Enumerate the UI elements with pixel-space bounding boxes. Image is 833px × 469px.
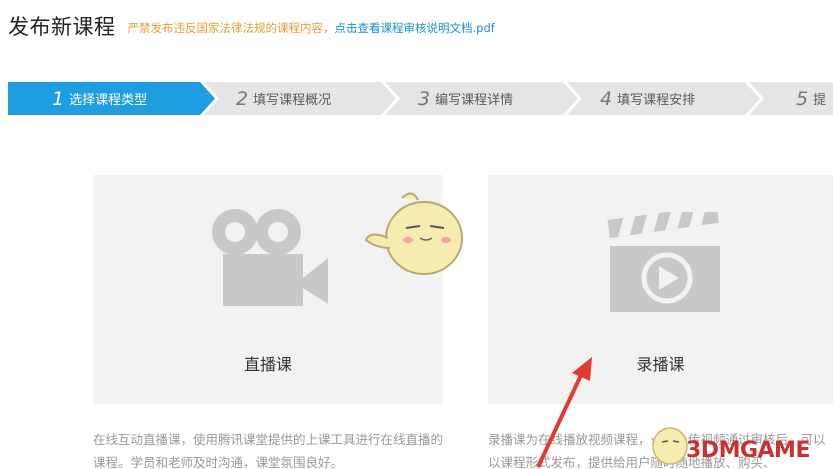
step-5-label: 提 (813, 93, 827, 108)
watermark-mascot-icon (652, 427, 688, 465)
step-3-number: 3 (418, 87, 431, 110)
step-3-label: 编写课程详情 (435, 93, 514, 108)
step-1-label: 选择课程类型 (69, 93, 148, 108)
live-course-title: 直播课 (243, 355, 292, 374)
step-2-label: 填写课程概况 (253, 93, 332, 108)
video-camera-icon (212, 209, 328, 306)
page-title: 发布新课程 (8, 15, 116, 39)
annotation-arrow (536, 357, 592, 468)
chick-mascot-sticker (364, 192, 463, 275)
step-3[interactable]: 3 编写课程详情 (418, 82, 513, 115)
step-5[interactable]: 5 提 (796, 82, 826, 115)
clapperboard-play-icon (607, 212, 720, 312)
step-1[interactable]: 1 选择课程类型 (52, 82, 147, 115)
step-progress-bar: 1 选择课程类型 2 填写课程概况 3 编写课程详情 4 填写课程安排 5 提 (8, 82, 833, 115)
notice: 严禁发布违反国家法律法规的课程内容，点击查看课程审核说明文档.pdf (128, 20, 495, 36)
step-4-label: 填写课程安排 (617, 93, 696, 108)
page-header: 发布新课程 严禁发布违反国家法律法规的课程内容，点击查看课程审核说明文档.pdf (8, 10, 495, 42)
step-2[interactable]: 2 填写课程概况 (236, 82, 331, 115)
step-2-number: 2 (236, 87, 249, 110)
step-1-number: 1 (52, 87, 65, 110)
step-5-number: 5 (796, 87, 809, 110)
watermark-text: 3DMGAME (686, 438, 810, 463)
notice-warning-text: 严禁发布违反国家法律法规的课程内容， (127, 20, 335, 35)
live-course-description: 在线互动直播课，使用腾讯课堂提供的上课工具进行在线直播的课程。学员和老师及时沟通… (93, 432, 444, 469)
step-4-number: 4 (600, 87, 613, 110)
audit-doc-link[interactable]: 点击查看课程审核说明文档.pdf (335, 21, 495, 35)
step-4[interactable]: 4 填写课程安排 (600, 82, 695, 115)
